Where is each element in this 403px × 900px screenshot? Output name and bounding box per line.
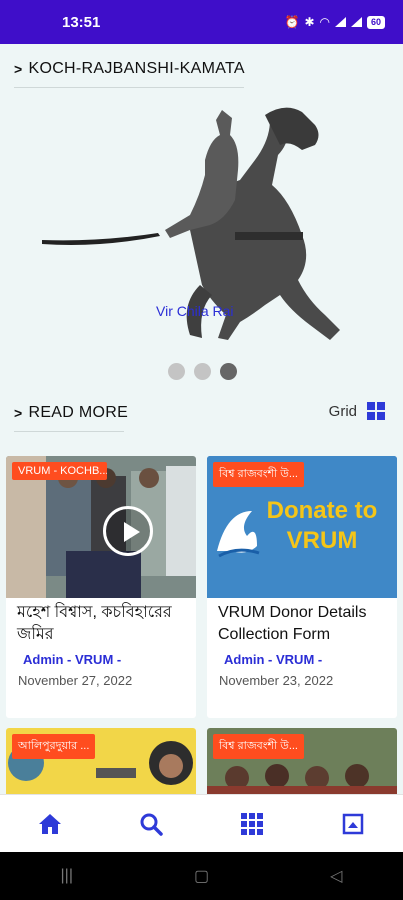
recents-icon[interactable]: ||| <box>61 867 73 885</box>
article-date: November 23, 2022 <box>219 673 334 688</box>
slider-dot-3-active[interactable] <box>220 363 237 380</box>
signal-icon-2 <box>350 17 362 27</box>
battery-icon: 60 <box>366 15 385 29</box>
section-title: KOCH-RAJBANSHI-KAMATA <box>28 60 245 77</box>
nav-gallery-button[interactable] <box>333 804 373 844</box>
article-card-1[interactable]: VRUM - KOCHB... মহেশ বিশ্বাস, কচবিহারের … <box>6 456 196 718</box>
nav-home-button[interactable] <box>30 804 70 844</box>
section-underline <box>14 431 124 432</box>
play-icon[interactable] <box>103 506 153 556</box>
bluetooth-icon: ✱ <box>304 15 315 29</box>
apps-grid-icon <box>240 812 263 835</box>
slider-dot-1[interactable] <box>168 363 185 380</box>
article-thumbnail: Donate to VRUM বিশ্ব রাজবংশী উ... <box>207 456 397 598</box>
nav-search-button[interactable] <box>131 804 171 844</box>
home-icon <box>39 813 62 834</box>
article-author[interactable]: Admin - VRUM - <box>6 652 196 667</box>
thumb-text-line2: VRUM <box>287 527 358 554</box>
alarm-icon: ⏰ <box>284 15 300 29</box>
article-card-4[interactable]: বিশ্ব রাজবংশী উ... <box>207 728 397 798</box>
article-thumbnail: বিশ্ব রাজবংশী উ... <box>207 728 397 798</box>
status-icons: ⏰ ✱ ◠ 60 <box>284 15 385 29</box>
category-badge[interactable]: আলিপুরদুয়ার ... <box>12 734 96 759</box>
section-underline <box>14 87 244 88</box>
bottom-navigation <box>0 794 403 852</box>
category-badge[interactable]: বিশ্ব রাজবংশী উ... <box>213 462 304 487</box>
system-navigation-bar: ||| ▢ ◁ <box>0 852 403 900</box>
slider-dot-2[interactable] <box>194 363 211 380</box>
status-time: 13:51 <box>62 13 101 31</box>
slide-caption[interactable]: Vir Chila Rai <box>156 303 234 319</box>
status-bar: 13:51 ⏰ ✱ ◠ 60 <box>0 0 403 44</box>
category-badge[interactable]: বিশ্ব রাজবংশী উ... <box>213 734 304 759</box>
grid-view-toggle[interactable]: Grid <box>329 402 385 420</box>
nav-categories-button[interactable] <box>232 804 272 844</box>
article-thumbnail: আলিপুরদুয়ার ... <box>6 728 196 798</box>
back-icon[interactable]: ◁ <box>330 866 342 886</box>
article-title[interactable]: VRUM Donor Details Collection Form <box>207 602 397 646</box>
section-header-read-more: > READ MORE <box>14 404 128 422</box>
slider-dots <box>168 363 237 380</box>
grid-view-icon <box>367 402 385 420</box>
search-icon <box>140 813 163 836</box>
thumb-text-line1: Donate to <box>267 497 378 524</box>
section-title: READ MORE <box>28 404 129 421</box>
chevron-right-icon: > <box>14 61 23 77</box>
article-thumbnail: VRUM - KOCHB... <box>6 456 196 598</box>
signal-icon <box>334 17 346 27</box>
section-header-koch: > KOCH-RAJBANSHI-KAMATA <box>14 60 245 78</box>
image-slider[interactable]: Vir Chila Rai <box>0 100 403 350</box>
category-badge[interactable]: VRUM - KOCHB... <box>12 462 107 480</box>
wifi-icon: ◠ <box>319 15 330 29</box>
article-card-3[interactable]: আলিপুরদুয়ার ... <box>6 728 196 798</box>
image-icon <box>342 813 363 834</box>
home-square-icon[interactable]: ▢ <box>194 866 209 886</box>
chevron-right-icon: > <box>14 405 23 421</box>
article-card-2[interactable]: Donate to VRUM বিশ্ব রাজবংশী উ... VRUM D… <box>207 456 397 718</box>
grid-toggle-label: Grid <box>328 402 357 420</box>
article-date: November 27, 2022 <box>18 673 133 688</box>
article-author[interactable]: Admin - VRUM - <box>207 652 397 667</box>
article-title[interactable]: মহেশ বিশ্বাস, কচবিহারের জমির <box>6 602 196 646</box>
